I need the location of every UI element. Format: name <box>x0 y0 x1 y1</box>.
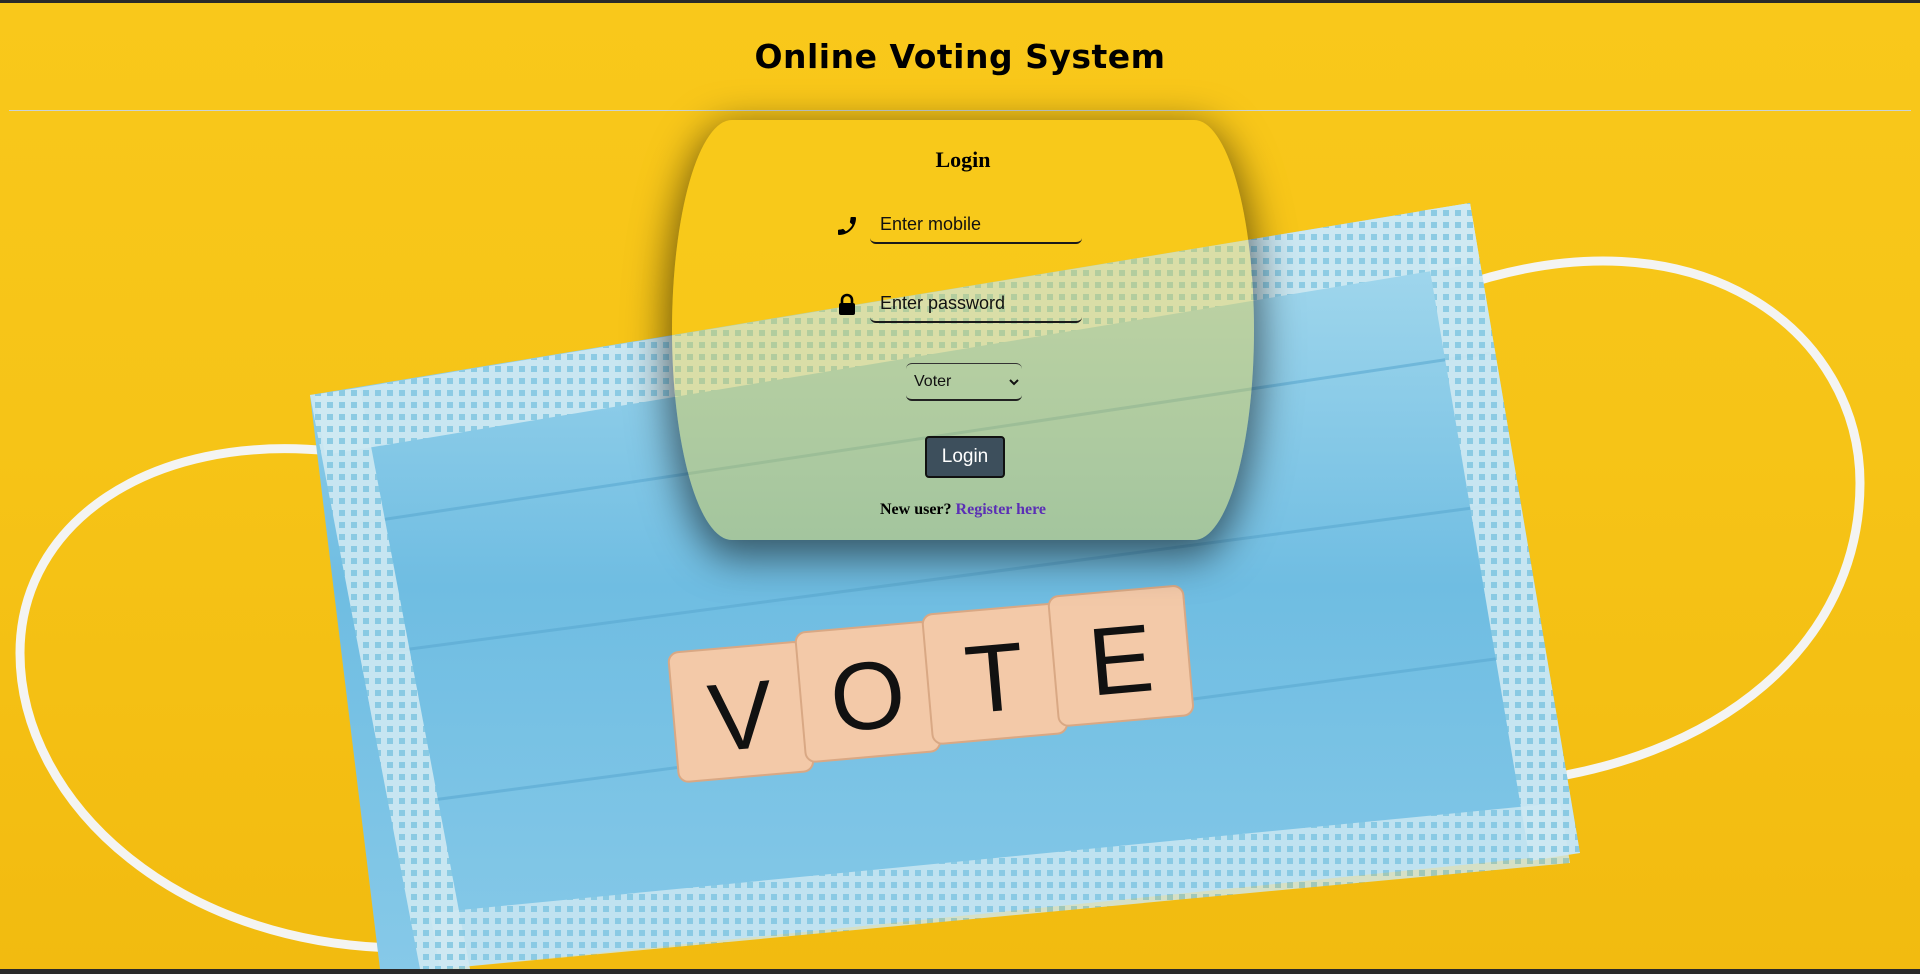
login-button[interactable]: Login <box>925 436 1005 478</box>
register-line: New user? Register here <box>672 501 1254 519</box>
role-select[interactable]: Voter <box>906 363 1022 401</box>
tile-letter: V <box>704 660 777 772</box>
password-input[interactable] <box>870 285 1082 323</box>
header-divider <box>9 110 1911 111</box>
login-heading: Login <box>935 147 991 172</box>
mobile-input[interactable] <box>870 206 1082 244</box>
tile-letter: O <box>826 640 910 753</box>
phone-icon <box>835 214 859 238</box>
register-link[interactable]: Register here <box>956 501 1046 518</box>
site-title: Online Voting System <box>754 37 1166 76</box>
page: V O T E Online Voting System Login Enter… <box>0 3 1920 969</box>
login-card: Login Voter Login New user? <box>672 120 1254 540</box>
header: Online Voting System <box>0 3 1920 111</box>
lock-icon <box>835 293 859 317</box>
register-prompt: New user? <box>879 501 952 518</box>
tile-letter: E <box>1084 604 1157 716</box>
mobile-field-row <box>835 206 1095 246</box>
password-field-row <box>835 285 1095 325</box>
tile-letter: T <box>961 623 1029 735</box>
